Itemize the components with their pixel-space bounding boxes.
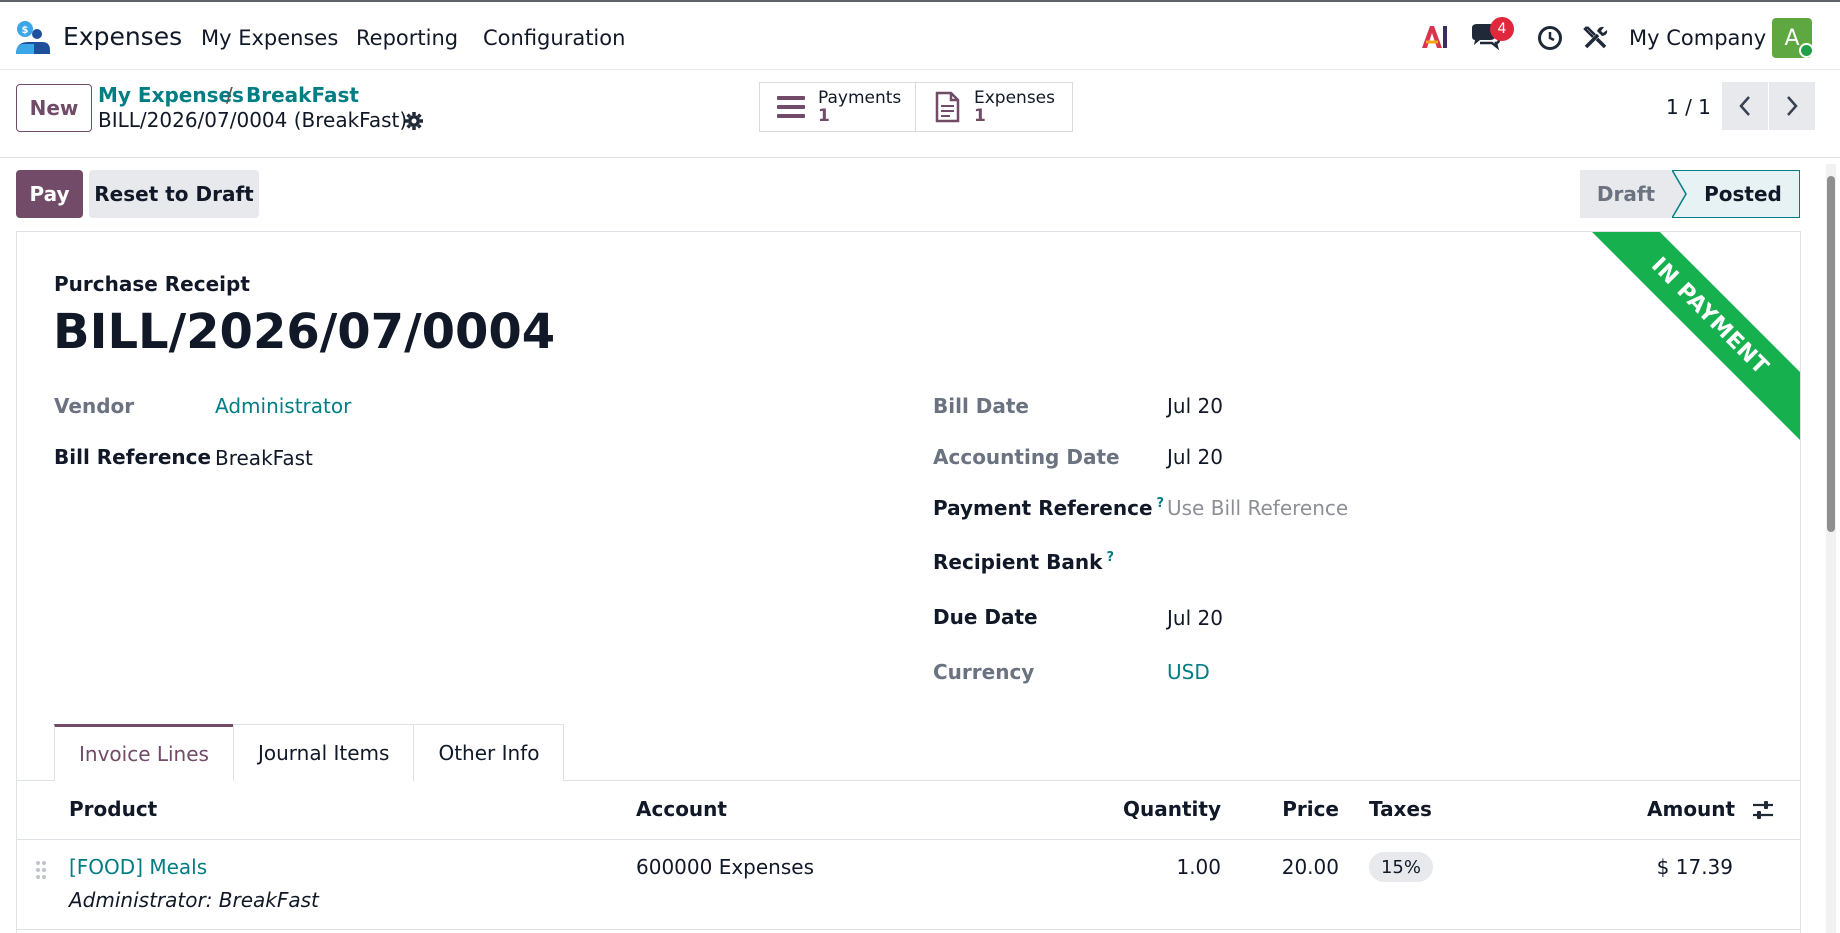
expenses-smart-button[interactable]: Expenses 1: [915, 82, 1073, 132]
stage-arrow-separator: [1672, 170, 1687, 218]
document-icon: [935, 91, 960, 123]
payment-reference-input[interactable]: Use Bill Reference: [1167, 496, 1348, 520]
breadcrumb-breakfast[interactable]: BreakFast: [246, 83, 359, 107]
recipient-bank-label-text: Recipient Bank: [933, 550, 1103, 574]
bill-date-field[interactable]: Jul 20: [1167, 394, 1223, 418]
expenses-app-icon[interactable]: $: [14, 20, 50, 54]
pager-value[interactable]: 1 / 1: [1666, 95, 1711, 119]
payment-reference-label-text: Payment Reference: [933, 496, 1153, 520]
pay-button[interactable]: Pay: [16, 170, 83, 218]
line-account[interactable]: 600000 Expenses: [636, 855, 814, 879]
expenses-label: Expenses: [974, 88, 1055, 108]
drag-handle-icon[interactable]: [35, 859, 47, 881]
messages-badge: 4: [1490, 17, 1514, 41]
notebook-tabs: Invoice Lines Journal Items Other Info: [54, 724, 565, 781]
control-panel: New My Expenses / BreakFast BILL/2026/07…: [0, 71, 1840, 158]
line-tax-badge[interactable]: 15%: [1369, 852, 1433, 882]
column-header-amount[interactable]: Amount: [1647, 797, 1735, 821]
bill-reference-field[interactable]: BreakFast: [215, 446, 313, 470]
line-price[interactable]: 20.00: [1239, 855, 1339, 879]
current-record-title: BILL/2026/07/0004 (BreakFast): [98, 108, 408, 132]
clock-icon[interactable]: [1537, 25, 1563, 51]
accounting-date-field[interactable]: Jul 20: [1167, 445, 1223, 469]
tab-other-info[interactable]: Other Info: [413, 724, 565, 781]
due-date-label: Due Date: [933, 605, 1038, 629]
gear-icon[interactable]: [404, 111, 424, 131]
due-date-field[interactable]: Jul 20: [1167, 606, 1223, 630]
scrollbar-thumb[interactable]: [1827, 176, 1835, 532]
column-header-quantity[interactable]: Quantity: [1113, 797, 1221, 821]
payments-smart-button[interactable]: Payments 1: [759, 82, 916, 132]
document-type: Purchase Receipt: [54, 272, 250, 296]
payment-reference-label: Payment Reference?: [933, 496, 1164, 520]
chevron-left-icon: [1739, 96, 1750, 116]
online-status-dot: [1799, 43, 1814, 58]
document-name: BILL/2026/07/0004: [53, 304, 556, 360]
pager-next-button[interactable]: [1769, 82, 1815, 130]
recipient-bank-label: Recipient Bank?: [933, 550, 1114, 574]
menu-reporting[interactable]: Reporting: [356, 26, 458, 50]
accounting-date-label: Accounting Date: [933, 445, 1120, 469]
column-header-taxes[interactable]: Taxes: [1369, 797, 1432, 821]
recipient-bank-help-icon[interactable]: ?: [1106, 550, 1114, 565]
payments-count: 1: [818, 106, 830, 126]
payments-label: Payments: [818, 88, 902, 108]
vendor-field[interactable]: Administrator: [215, 394, 351, 418]
company-switcher[interactable]: My Company: [1629, 26, 1766, 50]
top-navbar: $ Expenses My Expenses Reporting Configu…: [0, 0, 1840, 70]
row-divider: [17, 929, 1800, 930]
tools-icon[interactable]: [1583, 24, 1609, 50]
column-header-price[interactable]: Price: [1279, 797, 1339, 821]
in-payment-ribbon: IN PAYMENT: [1576, 232, 1800, 450]
app-name[interactable]: Expenses: [63, 22, 182, 51]
pager-previous-button[interactable]: [1722, 82, 1768, 130]
menu-configuration[interactable]: Configuration: [483, 26, 625, 50]
currency-label: Currency: [933, 660, 1035, 684]
line-amount: $ 17.39: [1656, 855, 1733, 879]
recipient-bank-field[interactable]: [1167, 550, 1567, 576]
stage-draft[interactable]: Draft: [1580, 170, 1672, 218]
bill-date-label: Bill Date: [933, 394, 1029, 418]
new-button[interactable]: New: [16, 84, 92, 132]
optional-columns-toggle-icon[interactable]: [1751, 798, 1775, 822]
tab-invoice-lines[interactable]: Invoice Lines: [54, 724, 234, 781]
line-product[interactable]: [FOOD] Meals: [69, 855, 207, 879]
table-header-divider: [17, 839, 1800, 840]
currency-field[interactable]: USD: [1167, 660, 1210, 684]
breadcrumb-my-expenses[interactable]: My Expenses: [98, 83, 244, 107]
payment-reference-help-icon[interactable]: ?: [1157, 496, 1165, 511]
tab-journal-items[interactable]: Journal Items: [232, 724, 415, 781]
column-header-product[interactable]: Product: [69, 797, 157, 821]
expenses-count: 1: [974, 106, 986, 126]
chevron-right-icon: [1787, 96, 1798, 116]
list-icon: [777, 96, 805, 118]
line-description[interactable]: Administrator: BreakFast: [69, 888, 319, 912]
ai-icon[interactable]: [1420, 24, 1448, 50]
breadcrumb-separator: /: [226, 83, 233, 107]
line-quantity[interactable]: 1.00: [1113, 855, 1221, 879]
bill-reference-label: Bill Reference: [54, 445, 212, 469]
reset-to-draft-button[interactable]: Reset to Draft: [89, 170, 259, 218]
svg-text:$: $: [22, 25, 29, 36]
column-header-account[interactable]: Account: [636, 797, 727, 821]
vendor-label: Vendor: [54, 394, 135, 418]
form-sheet: IN PAYMENT Purchase Receipt BILL/2026/07…: [16, 231, 1801, 933]
menu-my-expenses[interactable]: My Expenses: [201, 26, 338, 50]
